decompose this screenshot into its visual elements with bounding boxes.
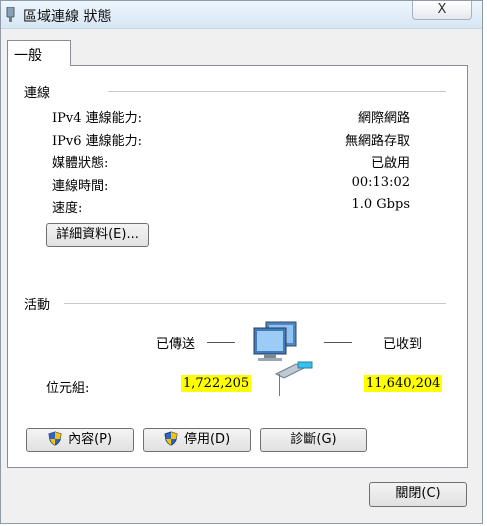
tab-general-label: 一般 (14, 48, 42, 64)
ipv6-value: 無網路存取 (344, 134, 410, 149)
general-panel: 連線 IPv4 連線能力: 網際網路 IPv6 連線能力: 無網路存取 媒體狀態… (7, 65, 468, 468)
close-icon: X (437, 2, 447, 17)
sent-connector-line (207, 342, 235, 343)
connection-section-title: 連線 (24, 86, 51, 101)
network-adapter-icon (6, 7, 15, 22)
bytes-received-value: 11,640,204 (364, 375, 443, 392)
duration-value: 00:13:02 (351, 175, 410, 190)
status-dialog: 區域連線 狀態 X 一般 連線 IPv4 連線能力: 網際網路 IPv6 連線能… (0, 0, 483, 524)
tab-general[interactable]: 一般 (7, 40, 71, 66)
sent-label: 已傳送 (156, 337, 196, 352)
ipv6-label: IPv6 連線能力: (52, 134, 143, 149)
ipv4-value: 網際網路 (357, 111, 410, 126)
duration-label: 連線時間: (52, 179, 109, 194)
disable-button-label: 停用(D) (183, 432, 231, 447)
diagnose-button[interactable]: 診斷(G) (260, 428, 367, 452)
details-button[interactable]: 詳細資料(E)... (46, 223, 149, 247)
network-stem-line (279, 374, 280, 396)
network-computers-icon (253, 321, 313, 379)
title-bar: 區域連線 狀態 X (1, 1, 482, 29)
activity-divider (64, 303, 446, 304)
disable-button[interactable]: 停用(D) (143, 428, 251, 452)
properties-button-label: 內容(P) (68, 432, 113, 447)
details-button-label: 詳細資料(E)... (56, 227, 139, 242)
activity-section-title: 活動 (24, 298, 51, 313)
close-window-button[interactable]: X (412, 1, 472, 20)
bytes-sent-value: 1,722,205 (181, 375, 252, 392)
window-title: 區域連線 狀態 (23, 9, 112, 25)
close-button-label: 關閉(C) (395, 486, 441, 501)
bytes-label: 位元組: (46, 381, 90, 396)
diagnose-button-label: 診斷(G) (290, 432, 337, 447)
properties-button[interactable]: 內容(P) (26, 428, 134, 452)
close-button[interactable]: 關閉(C) (369, 482, 467, 507)
speed-value: 1.0 Gbps (351, 197, 410, 212)
uac-shield-icon (48, 431, 62, 446)
speed-label: 速度: (52, 201, 83, 216)
uac-shield-icon (164, 431, 178, 446)
connection-divider (108, 91, 446, 92)
media-state-label: 媒體狀態: (52, 156, 109, 171)
received-label: 已收到 (383, 337, 423, 352)
ipv4-label: IPv4 連線能力: (52, 111, 143, 126)
media-state-value: 已啟用 (370, 156, 410, 171)
received-connector-line (324, 342, 352, 343)
